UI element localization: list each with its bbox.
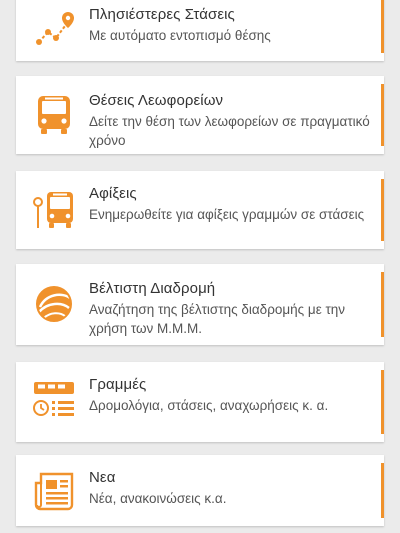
menu-item-title: Πλησιέστερες Στάσεις [89, 6, 235, 23]
menu-item-news[interactable]: Νεα Νέα, ανακοινώσεις κ.α. [16, 455, 384, 526]
menu-item-bus-positions[interactable]: Θέσεις Λεωφορείων Δείτε την θέση των λεω… [16, 76, 384, 154]
menu-item-best-route[interactable]: Βέλτιστη Διαδρομή Αναζήτηση της βέλτιστη… [16, 264, 384, 345]
bus-icon [32, 93, 76, 137]
menu-item-title: Θέσεις Λεωφορείων [89, 92, 224, 109]
menu-list: Πλησιέστερες Στάσεις Με αυτόματο εντοπισ… [0, 0, 400, 533]
bus-stop-icon [32, 188, 76, 232]
globe-route-icon [32, 282, 76, 326]
accent-bar [381, 84, 384, 146]
accent-bar [381, 370, 384, 434]
accent-bar [381, 463, 384, 518]
timetable-icon [32, 378, 76, 422]
newspaper-icon [32, 469, 76, 513]
menu-item-arrivals[interactable]: Αφίξεις Ενημερωθείτε για αφίξεις γραμμών… [16, 171, 384, 249]
accent-bar [381, 0, 384, 53]
menu-item-nearest-stops[interactable]: Πλησιέστερες Στάσεις Με αυτόματο εντοπισ… [16, 0, 384, 61]
menu-item-subtitle: Αναζήτηση της βέλτιστης διαδρομής με την… [89, 302, 346, 336]
menu-item-title: Βέλτιστη Διαδρομή [89, 280, 216, 297]
menu-item-subtitle: Νέα, ανακοινώσεις κ.α. [89, 491, 227, 506]
accent-bar [381, 272, 384, 337]
menu-item-subtitle: Με αυτόματο εντοπισμό θέσης [89, 28, 271, 43]
menu-item-lines[interactable]: Γραμμές Δρομολόγια, στάσεις, αναχωρήσεις… [16, 362, 384, 442]
menu-item-subtitle: Δρομολόγια, στάσεις, αναχωρήσεις κ. α. [89, 398, 329, 413]
menu-item-title: Γραμμές [89, 376, 147, 393]
menu-item-title: Νεα [89, 469, 116, 486]
menu-item-subtitle: Ενημερωθείτε για αφίξεις γραμμών σε στάσ… [89, 207, 365, 222]
menu-item-subtitle: Δείτε την θέση των λεωφορείων σε πραγματ… [89, 114, 370, 148]
route-pin-icon [32, 8, 76, 52]
accent-bar [381, 179, 384, 241]
menu-item-title: Αφίξεις [89, 185, 137, 202]
